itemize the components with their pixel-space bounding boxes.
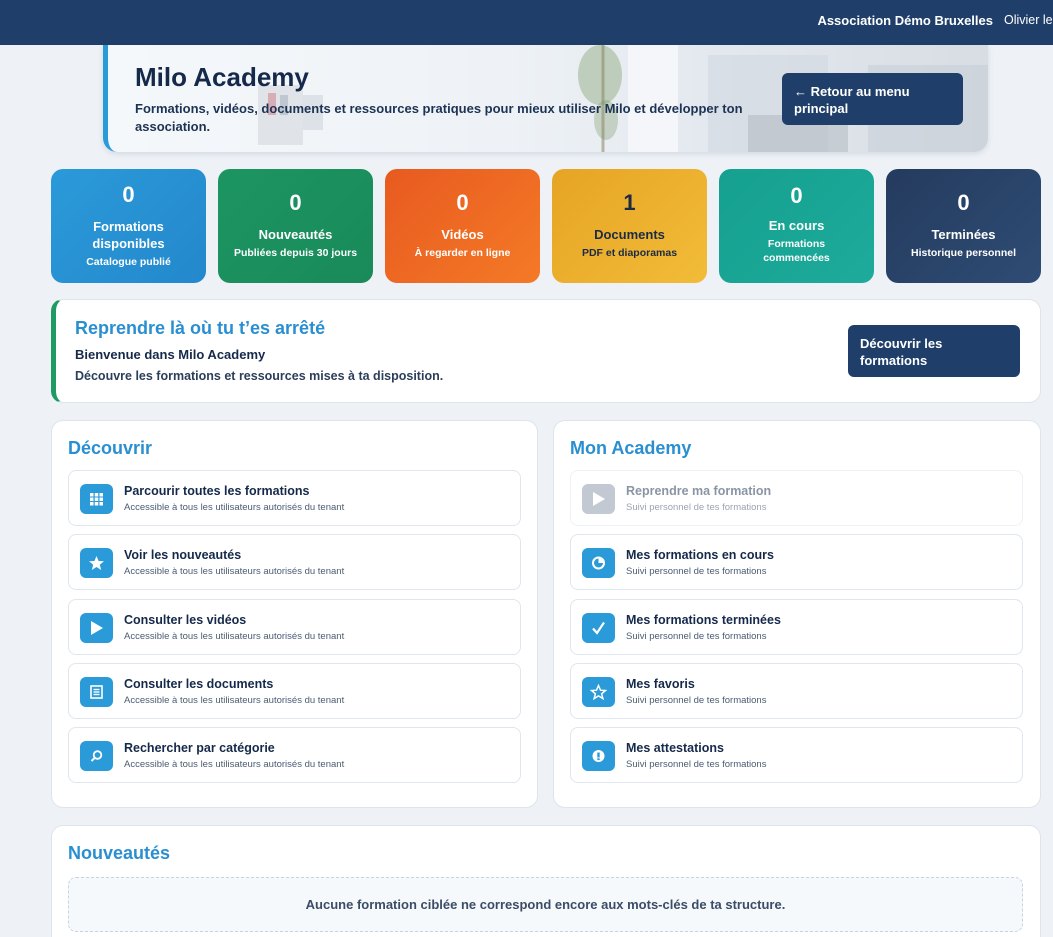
stat-label: En cours xyxy=(768,218,825,233)
progress-icon xyxy=(582,548,615,578)
hero-banner: Milo Academy Formations, vidéos, documen… xyxy=(103,45,988,152)
user-name[interactable]: Olivier le xyxy=(1004,13,1053,27)
resume-card: Reprendre là où tu t’es arrêté Bienvenue… xyxy=(51,299,1041,403)
stat-card-documents[interactable]: 1 Documents PDF et diaporamas xyxy=(552,169,707,283)
stat-sub: Formations commencées xyxy=(763,238,830,264)
play-icon xyxy=(80,613,113,643)
check-icon xyxy=(582,613,615,643)
star-icon xyxy=(582,677,615,707)
my-academy-title: Mon Academy xyxy=(570,438,692,458)
discover-item-news[interactable]: Voir les nouveautés Accessible à tous le… xyxy=(68,534,521,590)
star-icon xyxy=(80,548,113,578)
item-description: Suivi personnel de tes formations xyxy=(626,695,767,706)
item-label: Rechercher par catégorie xyxy=(124,741,275,755)
stat-sub: PDF et diaporamas xyxy=(581,247,678,259)
discover-panel: Découvrir Parcourir toutes les formation… xyxy=(51,420,538,808)
item-label: Consulter les documents xyxy=(124,677,274,691)
stat-card-formations[interactable]: 0 Formations disponibles Catalogue publi… xyxy=(51,169,206,283)
academy-item-completed[interactable]: Mes formations terminées Suivi personnel… xyxy=(570,599,1023,655)
stat-card-en-cours[interactable]: 0 En cours Formations commencées xyxy=(719,169,874,283)
academy-item-certificates[interactable]: Mes attestations Suivi personnel de tes … xyxy=(570,727,1023,783)
badge-icon xyxy=(582,741,615,771)
discover-item-all-formations[interactable]: Parcourir toutes les formations Accessib… xyxy=(68,470,521,526)
item-description: Accessible à tous les utilisateurs autor… xyxy=(124,502,345,513)
item-description: Accessible à tous les utilisateurs autor… xyxy=(124,759,345,770)
news-title: Nouveautés xyxy=(68,843,171,863)
discover-item-videos[interactable]: Consulter les vidéos Accessible à tous l… xyxy=(68,599,521,655)
news-empty-message: Aucune formation ciblée ne correspond en… xyxy=(68,877,1023,932)
my-academy-panel: Mon Academy Reprendre ma formation Suivi… xyxy=(553,420,1041,808)
item-description: Accessible à tous les utilisateurs autor… xyxy=(124,695,345,706)
discover-item-search-category[interactable]: Rechercher par catégorie Accessible à to… xyxy=(68,727,521,783)
stat-value: 0 xyxy=(122,182,135,207)
stat-value: 0 xyxy=(957,190,970,215)
discover-item-documents[interactable]: Consulter les documents Accessible à tou… xyxy=(68,663,521,719)
discover-formations-button[interactable]: Découvrir les formations xyxy=(848,325,1020,377)
resume-title: Reprendre là où tu t’es arrêté xyxy=(75,318,326,338)
stat-label: Documents xyxy=(594,227,665,242)
item-label: Parcourir toutes les formations xyxy=(124,484,310,498)
stat-label: Vidéos xyxy=(441,227,484,242)
academy-item-favorites[interactable]: Mes favoris Suivi personnel de tes forma… xyxy=(570,663,1023,719)
item-label: Reprendre ma formation xyxy=(626,484,772,498)
item-description: Accessible à tous les utilisateurs autor… xyxy=(124,566,345,577)
resume-welcome: Bienvenue dans Milo Academy xyxy=(75,347,266,362)
stat-card-terminees[interactable]: 0 Terminées Historique personnel xyxy=(886,169,1041,283)
top-bar: Association Démo Bruxelles Olivier le xyxy=(0,0,1053,45)
stat-value: 0 xyxy=(790,183,803,208)
item-label: Mes formations terminées xyxy=(626,613,781,627)
stat-label: Terminées xyxy=(931,227,996,242)
item-label: Voir les nouveautés xyxy=(124,548,242,562)
play-icon xyxy=(582,484,615,514)
stat-value: 1 xyxy=(623,190,636,215)
stat-label: Formations disponibles xyxy=(92,219,165,251)
item-description: Suivi personnel de tes formations xyxy=(626,566,767,577)
item-description: Suivi personnel de tes formations xyxy=(626,502,767,513)
stat-sub: Catalogue publié xyxy=(86,256,171,268)
stat-sub: À regarder en ligne xyxy=(414,247,511,259)
discover-title: Découvrir xyxy=(68,438,153,458)
page-title: Milo Academy xyxy=(135,62,309,92)
grid-icon xyxy=(80,484,113,514)
item-description: Accessible à tous les utilisateurs autor… xyxy=(124,631,345,642)
item-label: Consulter les vidéos xyxy=(124,613,247,627)
news-panel: Nouveautés Aucune formation ciblée ne co… xyxy=(51,825,1041,937)
item-label: Mes attestations xyxy=(626,741,724,755)
item-label: Mes favoris xyxy=(626,677,695,691)
item-description: Suivi personnel de tes formations xyxy=(626,759,767,770)
item-label: Mes formations en cours xyxy=(626,548,774,562)
stat-sub: Historique personnel xyxy=(910,247,1016,259)
document-icon xyxy=(80,677,113,707)
stat-sub: Publiées depuis 30 jours xyxy=(233,247,358,259)
back-to-menu-button[interactable]: ← Retour au menu principal xyxy=(782,73,963,125)
academy-item-in-progress[interactable]: Mes formations en cours Suivi personnel … xyxy=(570,534,1023,590)
item-description: Suivi personnel de tes formations xyxy=(626,631,767,642)
page-subtitle: Formations, vidéos, documents et ressour… xyxy=(135,101,743,134)
association-name[interactable]: Association Démo Bruxelles xyxy=(817,13,993,28)
stat-label: Nouveautés xyxy=(258,227,333,242)
resume-description: Découvre les formations et ressources mi… xyxy=(75,369,444,383)
search-icon xyxy=(80,741,113,771)
stat-card-videos[interactable]: 0 Vidéos À regarder en ligne xyxy=(385,169,540,283)
stat-value: 0 xyxy=(456,190,469,215)
stat-card-nouveautes[interactable]: 0 Nouveautés Publiées depuis 30 jours xyxy=(218,169,373,283)
academy-item-resume: Reprendre ma formation Suivi personnel d… xyxy=(570,470,1023,526)
stat-value: 0 xyxy=(289,190,302,215)
